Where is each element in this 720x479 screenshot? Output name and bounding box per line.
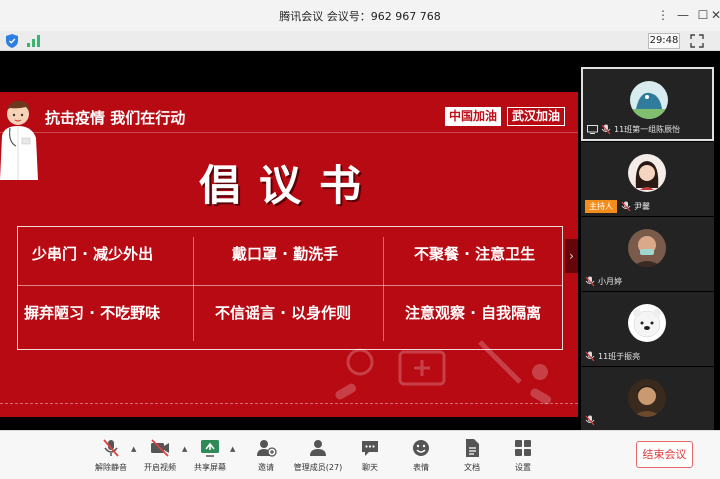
manage-members-button[interactable]: 管理成员(27) [290,437,346,477]
participant-panel: 11班第一组陈辰怡 主持人 尹馨 小月婷 11班于振亮 [581,67,715,430]
participant-tile[interactable]: 11班于振亮 [581,292,714,366]
title-bar: 腾讯会议 会议号：962 967 768 ⋮ — ☐ ✕ [0,0,720,31]
chat-label: 聊天 [362,463,378,472]
proposal-item: 注意观察 · 自我隔离 [405,304,542,322]
invite-icon [257,440,277,457]
avatar [628,304,666,342]
document-label: 文档 [464,463,480,472]
bottom-toolbar: 解除静音 ▲ 开启视频 ▲ 共享屏幕 ▲ 邀请 管理成员(27) 聊天 表情 文… [0,430,720,479]
header-divider [0,132,578,133]
mic-muted-icon [585,351,595,362]
unmute-label: 解除静音 [95,463,127,472]
unmute-button[interactable]: 解除静音 [83,437,139,477]
participant-tile[interactable]: 11班第一组陈辰怡 [581,67,714,141]
security-shield-icon[interactable] [6,34,18,48]
close-icon[interactable]: ✕ [710,5,720,25]
emoji-icon [413,440,429,456]
more-icon[interactable]: ⋮ [653,5,673,25]
participant-name-row: 11班第一组陈辰怡 [587,123,680,136]
proposal-item: 不信谣言 · 以身作则 [215,304,352,322]
camera-off-icon [151,439,169,457]
document-icon [466,439,479,457]
proposal-item: 少串门 · 减少外出 [32,245,154,263]
minimize-icon[interactable]: — [673,5,693,25]
avatar [628,379,666,417]
tag-china: 中国加油 [445,107,502,126]
meeting-timer: 29:48 [648,33,680,49]
proposal-grid: 少串门 · 减少外出 戴口罩 · 勤洗手 不聚餐 · 注意卫生 摒弃陋习 · 不… [17,226,563,350]
document-button[interactable]: 文档 [444,437,500,477]
settings-button[interactable]: 设置 [495,437,551,477]
proposal-item: 不聚餐 · 注意卫生 [414,245,536,263]
participant-name-row: 11班于振亮 [585,350,640,363]
settings-label: 设置 [515,463,531,472]
shared-slide: 抗击疫情 我们在行动 中国加油 武汉加油 倡议书 少串门 · 减少外出 戴口罩 … [0,92,578,417]
slide-footer-line [0,403,578,404]
emoji-label: 表情 [413,463,429,472]
participant-name: 11班第一组陈辰怡 [614,125,681,134]
host-badge: 主持人 [585,200,617,213]
start-video-button[interactable]: 开启视频 [132,437,188,477]
share-screen-label: 共享屏幕 [194,463,226,472]
share-screen-icon [201,440,219,457]
invite-label: 邀请 [258,463,274,472]
mic-muted-icon [621,201,631,212]
share-screen-button[interactable]: 共享屏幕 [182,437,238,477]
network-signal-icon[interactable] [27,35,41,47]
start-video-label: 开启视频 [144,463,176,472]
participant-tile[interactable]: 小月婷 [581,217,714,291]
grid-divider [383,237,384,341]
window-title: 腾讯会议 会议号：962 967 768 [279,10,441,23]
share-options-caret[interactable]: ▲ [230,445,238,453]
avatar [628,154,666,192]
participant-name-row: 主持人 尹馨 [585,200,650,213]
mic-muted-icon [585,415,595,426]
members-icon [310,440,326,456]
end-meeting-button[interactable]: 结束会议 [636,441,693,468]
fullscreen-icon[interactable] [690,34,704,48]
participant-name-row: 小月婷 [585,275,622,288]
emoji-button[interactable]: 表情 [393,437,449,477]
participant-name-row [585,414,598,427]
mic-muted-icon [601,124,611,135]
chat-button[interactable]: 聊天 [342,437,398,477]
manage-members-label: 管理成员(27) [293,463,343,472]
invite-button[interactable]: 邀请 [238,437,294,477]
avatar [628,229,666,267]
proposal-item: 摒弃陋习 · 不吃野味 [24,304,161,322]
chevron-right-icon[interactable]: › [565,239,578,273]
mic-muted-icon [103,439,119,457]
participant-tile[interactable] [581,367,714,430]
grid-divider [18,285,562,286]
slide-header: 抗击疫情 我们在行动 [45,109,186,127]
participant-name: 小月婷 [598,277,622,286]
meeting-window: 腾讯会议 会议号：962 967 768 ⋮ — ☐ ✕ 29:48 抗击疫情 … [0,0,720,479]
mic-muted-icon [585,276,595,287]
grid-divider [193,237,194,341]
slide-title: 倡议书 [198,161,379,210]
settings-icon [515,440,531,456]
participant-tile[interactable]: 主持人 尹馨 [581,142,714,216]
proposal-item: 戴口罩 · 勤洗手 [232,245,339,263]
participant-name: 尹馨 [634,202,650,211]
tag-wuhan: 武汉加油 [507,107,566,126]
status-bar: 29:48 [0,31,720,51]
avatar [630,81,668,119]
screen-share-icon [587,125,598,134]
chat-icon [362,441,378,456]
participant-name: 11班于振亮 [598,352,641,361]
